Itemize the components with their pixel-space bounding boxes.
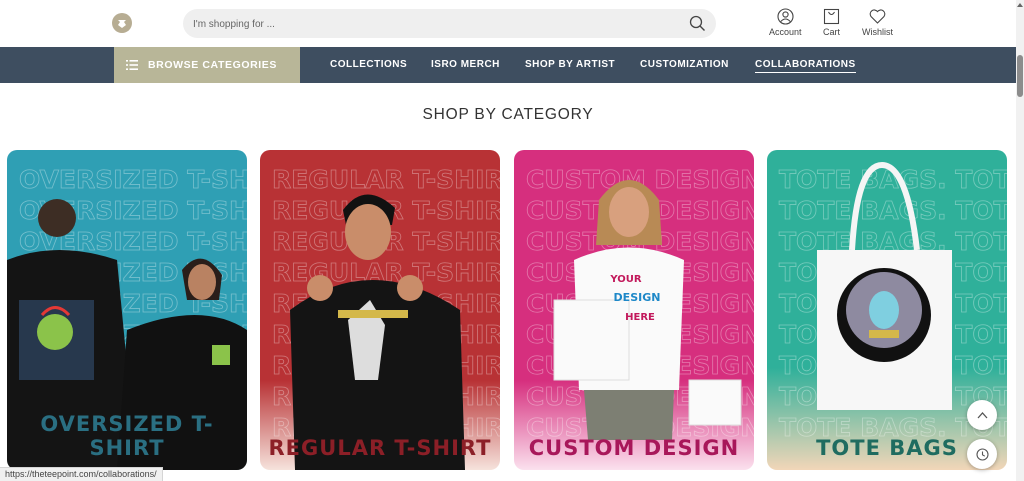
regular-tshirt-image: REGULAR T-SHIRTREGULAR T-SHIRTREGULAR T-… xyxy=(260,150,500,470)
search-bar xyxy=(183,9,716,38)
nav-customization[interactable]: CUSTOMIZATION xyxy=(640,59,729,70)
card-label-custom: CUSTOM DESIGN xyxy=(528,436,740,460)
card-label-oversized: OVERSIZED T-SHIRT xyxy=(40,412,214,460)
account-icon xyxy=(777,8,794,25)
card-watermark-text: REGULAR T-SHIRT xyxy=(272,165,500,194)
scroll-top-icon xyxy=(977,411,987,418)
status-bar-url: https://theteepoint.com/collaborations/ xyxy=(0,467,163,481)
wishlist-label: Wishlist xyxy=(862,27,893,37)
custom-design-image: CUSTOM DESIGNCUSTOM DESIGNCUSTOM DESIGNC… xyxy=(514,150,754,470)
logo-icon xyxy=(118,20,126,28)
cart-label: Cart xyxy=(823,27,841,37)
scroll-to-top-button[interactable] xyxy=(967,400,997,430)
site-logo[interactable] xyxy=(112,13,132,33)
mockup-text-here: HERE xyxy=(625,312,655,323)
page: Account Cart Wishlist BROWSE CATEGORIES xyxy=(0,0,1024,481)
wishlist-icon xyxy=(869,9,886,24)
card-label-regular: REGULAR T-SHIRT xyxy=(268,436,492,460)
account-button[interactable]: Account xyxy=(769,8,802,37)
account-label: Account xyxy=(769,27,802,37)
nav-shop-by-artist[interactable]: SHOP BY ARTIST xyxy=(525,59,615,70)
wishlist-button[interactable]: Wishlist xyxy=(862,8,893,37)
main-nav: BROWSE CATEGORIES COLLECTIONS ISRO MERCH… xyxy=(0,47,1016,83)
nav-collaborations[interactable]: COLLABORATIONS xyxy=(755,59,856,73)
card-watermark-text: OVERSIZED T-SHIRT xyxy=(19,165,247,194)
search-input[interactable] xyxy=(193,15,663,33)
browse-categories-button[interactable]: BROWSE CATEGORIES xyxy=(114,47,300,83)
browse-categories-label: BROWSE CATEGORIES xyxy=(148,59,278,71)
history-icon xyxy=(975,447,989,461)
category-card-custom[interactable]: CUSTOM DESIGNCUSTOM DESIGNCUSTOM DESIGNC… xyxy=(514,150,754,470)
category-card-regular[interactable]: REGULAR T-SHIRTREGULAR T-SHIRTREGULAR T-… xyxy=(260,150,500,470)
mockup-text-design: DESIGN xyxy=(614,291,661,304)
cart-button[interactable]: Cart xyxy=(823,8,840,37)
card-watermark-text: TOTE BAGS. TOTE BAGS. xyxy=(779,196,1007,225)
cart-icon xyxy=(823,8,840,25)
recently-viewed-button[interactable] xyxy=(967,439,997,469)
mockup-text-your: YOUR xyxy=(609,274,642,285)
scrollbar-thumb[interactable] xyxy=(1017,55,1023,97)
section-title: SHOP BY CATEGORY xyxy=(422,106,594,123)
nav-isro-merch[interactable]: ISRO MERCH xyxy=(431,59,500,70)
menu-icon xyxy=(126,60,138,70)
nav-collections[interactable]: COLLECTIONS xyxy=(330,59,407,70)
search-icon[interactable] xyxy=(689,15,706,32)
page-scrollbar[interactable] xyxy=(1016,0,1024,481)
site-header: Account Cart Wishlist xyxy=(0,0,1016,47)
category-card-oversized[interactable]: OVERSIZED T-SHIRTOVERSIZED T-SHIRTOVERSI… xyxy=(7,150,247,470)
scroll-up-arrow-icon[interactable] xyxy=(1017,2,1023,8)
